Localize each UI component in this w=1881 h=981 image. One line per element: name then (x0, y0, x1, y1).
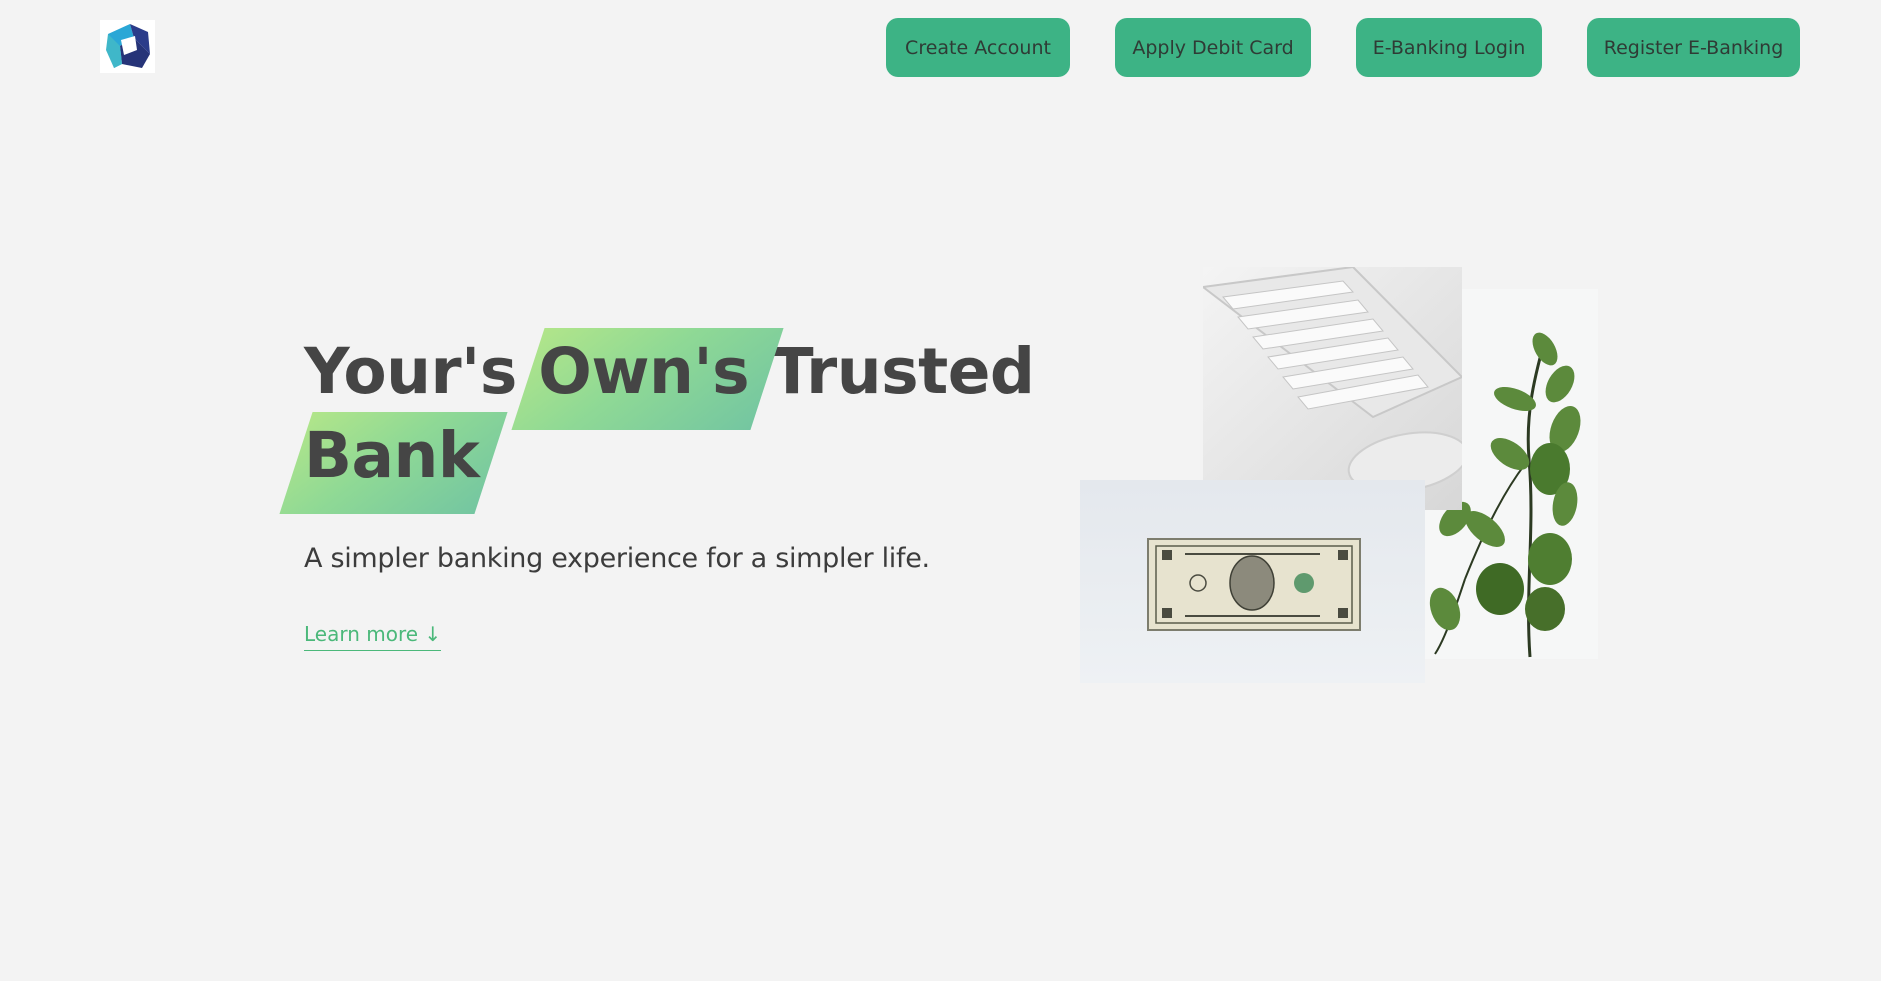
bank-logo-icon[interactable] (100, 20, 155, 73)
create-account-button[interactable]: Create Account (886, 18, 1070, 77)
headline-highlight-bank: Bank (304, 414, 480, 498)
headline-word-yours: Your's (304, 335, 517, 408)
hero-headline: Your's Own's Trusted Bank (304, 330, 1035, 498)
learn-more-link[interactable]: Learn more ↓ (304, 622, 442, 651)
landing-page: Create Account Apply Debit Card E-Bankin… (0, 0, 1881, 981)
headline-word-trusted: Trusted (770, 335, 1035, 408)
register-e-banking-button[interactable]: Register E-Banking (1587, 18, 1800, 77)
headline-word-owns: Own's (538, 335, 750, 408)
dollar-bill-photo (1080, 480, 1425, 683)
headline-highlight-owns: Own's (538, 330, 749, 414)
apply-debit-card-button[interactable]: Apply Debit Card (1115, 18, 1311, 77)
keyboard-mouse-photo (1203, 267, 1462, 510)
e-banking-login-button[interactable]: E-Banking Login (1356, 18, 1542, 77)
hero-tagline: A simpler banking experience for a simpl… (304, 543, 930, 574)
headline-word-bank: Bank (304, 419, 480, 492)
